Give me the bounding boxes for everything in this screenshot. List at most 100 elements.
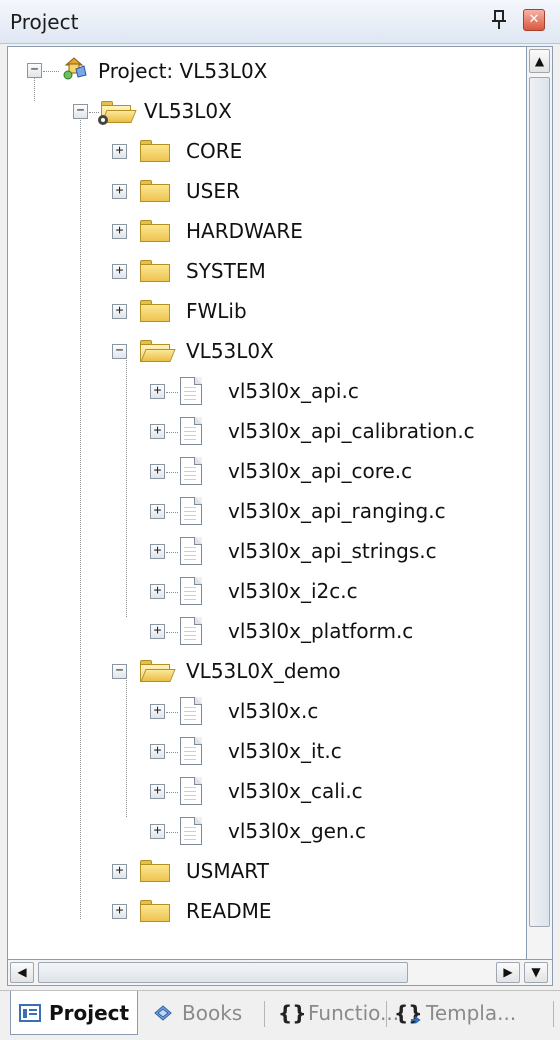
file-row[interactable]: + vl53l0x_cali.c: [8, 771, 508, 811]
braces-icon: {}: [278, 1001, 307, 1025]
tree-target-label: VL53L0X: [144, 99, 232, 123]
horizontal-scrollbar[interactable]: ◀ ▶ ▼: [7, 960, 553, 986]
panel-tab-bar: Project Books {} Functio... {} Templa...: [0, 990, 560, 1040]
expand-icon[interactable]: +: [150, 784, 165, 799]
file-row[interactable]: + vl53l0x_api.c: [8, 371, 508, 411]
file-row[interactable]: + vl53l0x_platform.c: [8, 611, 508, 651]
collapse-icon[interactable]: −: [27, 63, 42, 78]
folder-icon: [140, 260, 170, 282]
scroll-right-button[interactable]: ▶: [496, 962, 520, 983]
tree-root-row[interactable]: − Project: VL53L0X: [8, 51, 508, 91]
books-icon: [154, 1005, 172, 1021]
expand-icon[interactable]: +: [150, 824, 165, 839]
expand-icon[interactable]: +: [112, 264, 127, 279]
expand-icon[interactable]: +: [150, 424, 165, 439]
vertical-scroll-thumb[interactable]: [529, 77, 550, 927]
expand-icon[interactable]: +: [112, 304, 127, 319]
tab-functions[interactable]: {} Functio...: [272, 991, 399, 1035]
file-row[interactable]: + vl53l0x.c: [8, 691, 508, 731]
group-label: USMART: [186, 859, 269, 883]
expand-icon[interactable]: +: [150, 744, 165, 759]
expand-icon[interactable]: +: [112, 864, 127, 879]
folder-icon: [140, 860, 170, 882]
scroll-up-button[interactable]: ▲: [529, 49, 550, 73]
file-row[interactable]: + vl53l0x_api_core.c: [8, 451, 508, 491]
file-label: vl53l0x_api_strings.c: [228, 539, 437, 563]
expand-icon[interactable]: +: [112, 904, 127, 919]
file-row[interactable]: + vl53l0x_api_ranging.c: [8, 491, 508, 531]
group-label: CORE: [186, 139, 243, 163]
project-tab-icon: [19, 1004, 41, 1022]
vertical-scrollbar[interactable]: ▲: [527, 46, 553, 960]
folder-icon: [140, 300, 170, 322]
c-file-icon: [180, 377, 202, 405]
c-file-icon: [180, 497, 202, 525]
group-row-fwlib[interactable]: + FWLib: [8, 291, 508, 331]
collapse-icon[interactable]: −: [112, 344, 127, 359]
expand-icon[interactable]: +: [112, 144, 127, 159]
file-label: vl53l0x_i2c.c: [228, 579, 358, 603]
expand-icon[interactable]: +: [150, 464, 165, 479]
group-label: SYSTEM: [186, 259, 266, 283]
scroll-left-button[interactable]: ◀: [10, 962, 34, 983]
folder-icon: [140, 180, 170, 202]
folder-icon: [140, 220, 170, 242]
close-icon[interactable]: ✕: [523, 9, 545, 31]
c-file-icon: [180, 457, 202, 485]
expand-icon[interactable]: +: [150, 384, 165, 399]
expand-icon[interactable]: +: [150, 504, 165, 519]
target-badge-icon: [98, 115, 108, 125]
group-label: FWLib: [186, 299, 247, 323]
project-icon: [60, 55, 90, 81]
expand-icon[interactable]: +: [150, 584, 165, 599]
group-row-usmart[interactable]: + USMART: [8, 851, 508, 891]
c-file-icon: [180, 577, 202, 605]
tree-target-row[interactable]: − VL53L0X: [8, 91, 508, 131]
group-row-core[interactable]: + CORE: [8, 131, 508, 171]
file-label: vl53l0x_api_calibration.c: [228, 419, 475, 443]
file-label: vl53l0x_gen.c: [228, 819, 366, 843]
file-row[interactable]: + vl53l0x_api_strings.c: [8, 531, 508, 571]
c-file-icon: [180, 697, 202, 725]
project-tree[interactable]: − Project: VL53L0X − VL53L0X + CORE + US…: [7, 46, 527, 960]
group-label: VL53L0X: [186, 339, 274, 363]
file-label: vl53l0x_it.c: [228, 739, 342, 763]
group-row-user[interactable]: + USER: [8, 171, 508, 211]
panel-titlebar: Project ✕: [0, 0, 560, 44]
file-row[interactable]: + vl53l0x_i2c.c: [8, 571, 508, 611]
c-file-icon: [180, 417, 202, 445]
group-row-hardware[interactable]: + HARDWARE: [8, 211, 508, 251]
folder-icon: [140, 140, 170, 162]
collapse-icon[interactable]: −: [73, 104, 88, 119]
c-file-icon: [180, 737, 202, 765]
file-label: vl53l0x_platform.c: [228, 619, 414, 643]
scroll-down-button[interactable]: ▼: [524, 962, 548, 983]
group-label: VL53L0X_demo: [186, 659, 341, 683]
group-row-readme[interactable]: + README: [8, 891, 508, 931]
group-label: README: [186, 899, 272, 923]
file-row[interactable]: + vl53l0x_it.c: [8, 731, 508, 771]
group-row-system[interactable]: + SYSTEM: [8, 251, 508, 291]
c-file-icon: [180, 617, 202, 645]
file-label: vl53l0x_cali.c: [228, 779, 363, 803]
expand-icon[interactable]: +: [150, 704, 165, 719]
horizontal-scroll-thumb[interactable]: [38, 962, 408, 983]
collapse-icon[interactable]: −: [112, 664, 127, 679]
pin-icon[interactable]: [490, 9, 508, 31]
expand-icon[interactable]: +: [150, 544, 165, 559]
expand-icon[interactable]: +: [112, 224, 127, 239]
file-label: vl53l0x_api_ranging.c: [228, 499, 446, 523]
tab-label: Books: [182, 1001, 243, 1025]
file-row[interactable]: + vl53l0x_gen.c: [8, 811, 508, 851]
file-row[interactable]: + vl53l0x_api_calibration.c: [8, 411, 508, 451]
open-folder-icon: [140, 340, 176, 362]
tab-books[interactable]: Books: [146, 991, 258, 1035]
expand-icon[interactable]: +: [112, 184, 127, 199]
expand-icon[interactable]: +: [150, 624, 165, 639]
tab-templates[interactable]: {} Templa...: [392, 991, 554, 1035]
tab-project[interactable]: Project: [10, 991, 138, 1035]
tab-label: Project: [49, 1001, 130, 1025]
template-icon: {}: [394, 1001, 423, 1025]
group-row-vl53l0x-demo[interactable]: − VL53L0X_demo: [8, 651, 508, 691]
group-row-vl53l0x[interactable]: − VL53L0X: [8, 331, 508, 371]
